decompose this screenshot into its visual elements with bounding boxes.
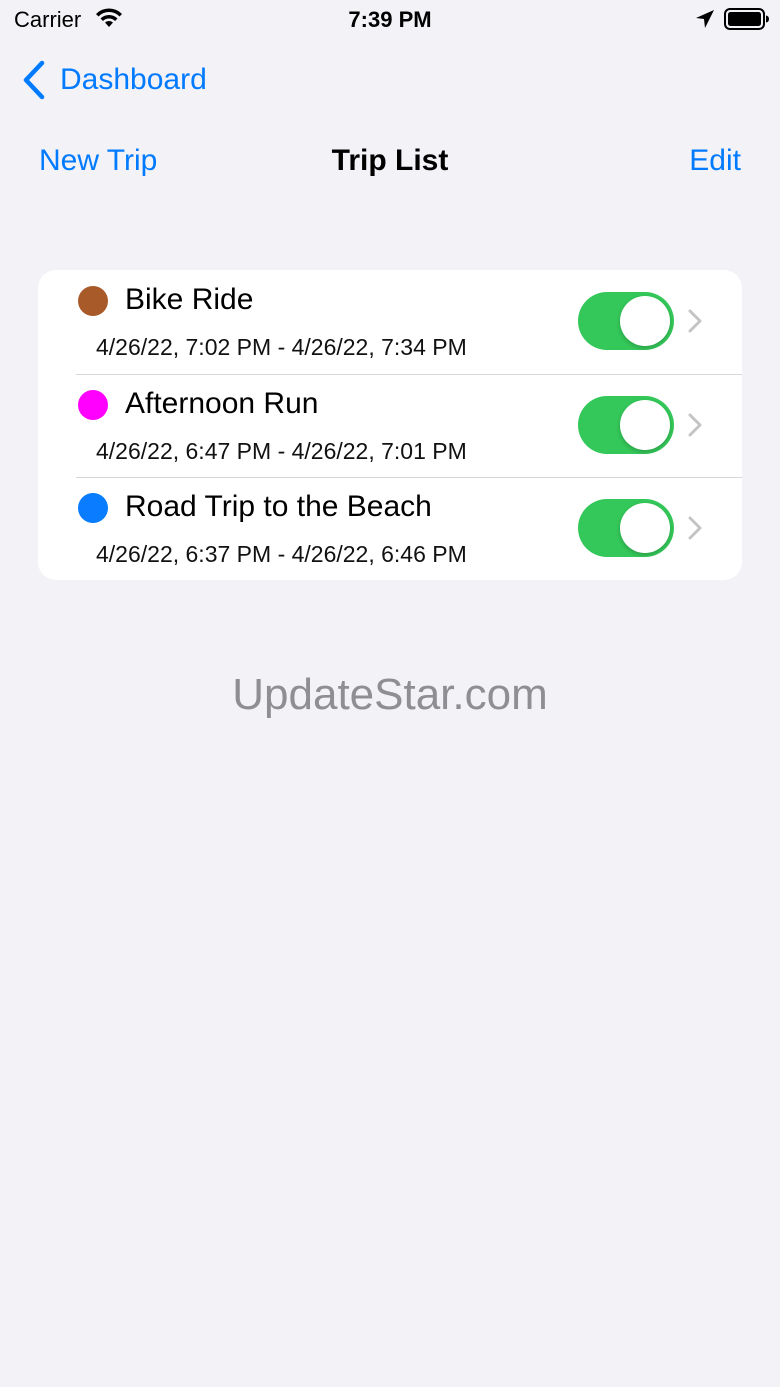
page-title: Trip List (331, 144, 449, 177)
trip-row-road-trip[interactable]: Road Trip to the Beach 4/26/22, 6:37 PM … (38, 477, 742, 580)
trip-dates: 4/26/22, 6:37 PM - 4/26/22, 6:46 PM (96, 541, 467, 567)
watermark: UpdateStar.com (232, 670, 548, 719)
trip-color-dot (78, 493, 108, 523)
toggle-knob (620, 399, 670, 450)
toggle-knob (620, 503, 670, 553)
trip-toggle[interactable] (578, 395, 674, 454)
edit-button[interactable]: Edit (689, 144, 741, 178)
trip-dates: 4/26/22, 6:47 PM - 4/26/22, 7:01 PM (96, 437, 467, 464)
chevron-right-icon (688, 413, 702, 442)
toggle-knob (620, 296, 670, 346)
trip-name: Bike Ride (125, 283, 254, 316)
status-bar: Carrier 7:39 PM (0, 0, 780, 40)
back-label: Dashboard (60, 63, 207, 96)
chevron-right-icon (688, 309, 702, 338)
back-button[interactable]: Dashboard (22, 58, 207, 102)
trip-list: Bike Ride 4/26/22, 7:02 PM - 4/26/22, 7:… (38, 270, 742, 580)
trip-color-dot (78, 286, 108, 316)
battery-icon (724, 8, 770, 35)
trip-toggle[interactable] (578, 292, 674, 350)
trip-dates: 4/26/22, 7:02 PM - 4/26/22, 7:34 PM (96, 334, 467, 360)
trip-row-bike-ride[interactable]: Bike Ride 4/26/22, 7:02 PM - 4/26/22, 7:… (38, 270, 742, 374)
status-time: 7:39 PM (348, 7, 432, 32)
navigation-bar: New Trip Trip List Edit (0, 140, 780, 186)
location-arrow-icon (694, 8, 716, 35)
trip-color-dot (78, 389, 108, 420)
trip-row-afternoon-run[interactable]: Afternoon Run 4/26/22, 6:47 PM - 4/26/22… (38, 373, 742, 478)
chevron-left-icon (22, 60, 46, 100)
trip-name: Road Trip to the Beach (125, 490, 432, 523)
trip-name: Afternoon Run (125, 386, 319, 420)
chevron-right-icon (688, 516, 702, 545)
trip-toggle[interactable] (578, 499, 674, 557)
